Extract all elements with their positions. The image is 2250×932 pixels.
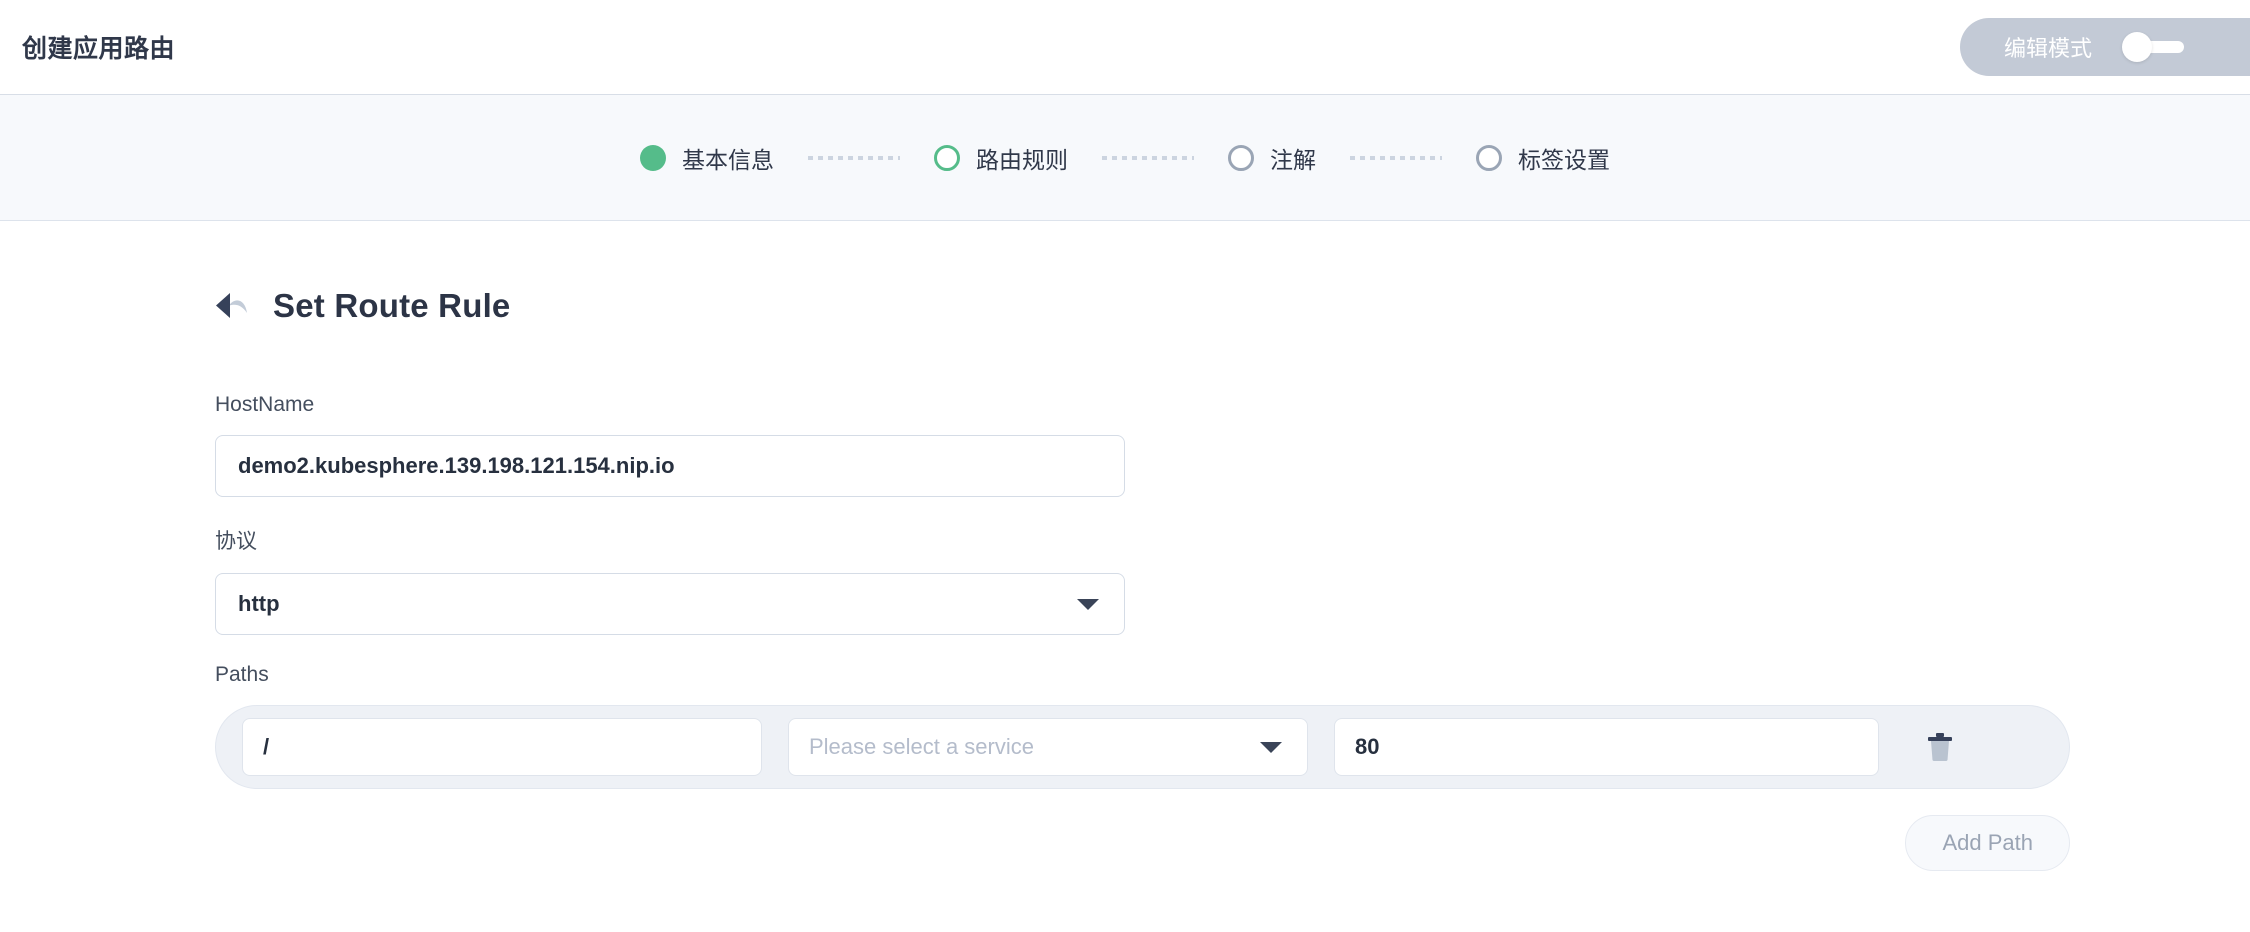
- step-indicator-dot-4: [1476, 144, 1502, 171]
- paths-label: Paths: [215, 663, 269, 686]
- step-label-4: 标签设置: [1518, 146, 1610, 173]
- service-select-wrap: Please select a service: [788, 718, 1308, 776]
- stepper-list: 基本信息 路由规则 注解 标签设置: [640, 141, 1610, 175]
- protocol-select-wrap: http: [215, 573, 1125, 635]
- path-row: Please select a service: [215, 705, 2070, 789]
- step-basic-info[interactable]: 基本信息: [640, 141, 774, 175]
- protocol-field-group: 协议 http: [215, 525, 2250, 635]
- step-indicator-dot-3: [1228, 144, 1254, 171]
- wizard-stepper: 基本信息 路由规则 注解 标签设置: [0, 95, 2250, 221]
- trash-icon: [1928, 733, 1952, 762]
- step-label-1: 基本信息: [682, 146, 774, 173]
- step-connector-1: [808, 155, 900, 160]
- delete-path-button[interactable]: [1905, 718, 1975, 776]
- port-input[interactable]: [1334, 718, 1879, 776]
- main-content: Set Route Rule HostName 协议 http Paths Pl…: [0, 221, 2250, 871]
- add-path-row: Add Path: [215, 815, 2070, 871]
- back-arrow-icon[interactable]: [215, 291, 249, 321]
- paths-field-group: Paths Please select a service Add Path: [215, 663, 2250, 871]
- hostname-field-group: HostName: [215, 393, 2250, 497]
- hostname-label: HostName: [215, 393, 315, 416]
- app-header: 创建应用路由 编辑模式: [0, 0, 2250, 95]
- step-labels[interactable]: 标签设置: [1476, 141, 1610, 175]
- add-path-button[interactable]: Add Path: [1905, 815, 2070, 871]
- protocol-label: 协议: [215, 530, 257, 553]
- step-route-rules[interactable]: 路由规则: [934, 141, 1068, 175]
- service-placeholder-text: Please select a service: [809, 734, 1034, 759]
- protocol-selected-value: http: [238, 591, 280, 616]
- step-indicator-dot-2: [934, 144, 960, 171]
- step-connector-2: [1102, 155, 1194, 160]
- section-header: Set Route Rule: [215, 287, 2250, 325]
- step-connector-3: [1350, 155, 1442, 160]
- step-indicator-dot-1: [640, 144, 666, 171]
- hostname-input[interactable]: [215, 435, 1125, 497]
- path-input[interactable]: [242, 718, 762, 776]
- service-select[interactable]: Please select a service: [788, 718, 1308, 776]
- protocol-select[interactable]: http: [215, 573, 1125, 635]
- toggle-knob: [2122, 32, 2153, 62]
- step-label-2: 路由规则: [976, 146, 1068, 173]
- section-title: Set Route Rule: [273, 287, 511, 324]
- edit-mode-switch[interactable]: [2122, 32, 2185, 62]
- edit-mode-label: 编辑模式: [2004, 36, 2093, 61]
- step-annotations[interactable]: 注解: [1228, 141, 1316, 175]
- step-label-3: 注解: [1270, 146, 1316, 173]
- page-title: 创建应用路由: [22, 35, 176, 63]
- edit-mode-toggle-pill[interactable]: 编辑模式: [1960, 18, 2250, 76]
